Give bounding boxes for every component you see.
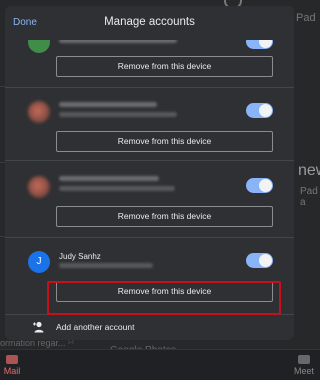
mail-icon <box>6 355 18 364</box>
account-toggle[interactable] <box>246 178 273 193</box>
toggle-knob <box>259 104 272 117</box>
account-toggle[interactable] <box>246 103 273 118</box>
tab-mail-label: Mail <box>3 366 21 376</box>
avatar: J <box>28 251 50 273</box>
tab-meet[interactable]: Meet <box>284 355 320 376</box>
account-name: Judy Sanhz <box>59 252 101 261</box>
add-another-account-label: Add another account <box>56 322 135 332</box>
tab-meet-label: Meet <box>293 366 314 376</box>
dialog-title: Manage accounts <box>104 16 195 28</box>
video-icon <box>298 355 310 364</box>
remove-from-device-button[interactable]: Remove from this device <box>56 56 273 77</box>
account-name-redacted <box>59 176 159 181</box>
account-row: Remove from this device <box>5 87 294 161</box>
account-toggle[interactable] <box>246 253 273 268</box>
add-person-icon <box>33 321 44 333</box>
avatar <box>28 176 50 198</box>
account-email-redacted <box>59 186 175 191</box>
remove-from-device-button[interactable]: Remove from this device <box>56 131 273 152</box>
add-another-account-button[interactable]: Add another account <box>5 314 294 340</box>
tab-mail[interactable]: Mail <box>0 355 32 376</box>
highlight-box <box>47 281 281 315</box>
background-text: new <box>298 162 320 179</box>
manage-accounts-dialog: Done Manage accounts Remove from this de… <box>5 6 294 340</box>
avatar <box>28 101 50 123</box>
background-text: Pad <box>296 12 316 24</box>
account-email-redacted <box>59 112 177 117</box>
toggle-knob <box>259 254 272 267</box>
toggle-knob <box>259 179 272 192</box>
dialog-header: Done Manage accounts <box>5 6 294 40</box>
account-name-redacted <box>59 102 157 107</box>
bottom-tab-bar: Mail Meet <box>0 349 320 380</box>
account-row: Remove from this device <box>5 160 294 238</box>
background-text: Pad a <box>300 186 318 208</box>
remove-from-device-button[interactable]: Remove from this device <box>56 206 273 227</box>
account-email-redacted <box>59 263 153 268</box>
